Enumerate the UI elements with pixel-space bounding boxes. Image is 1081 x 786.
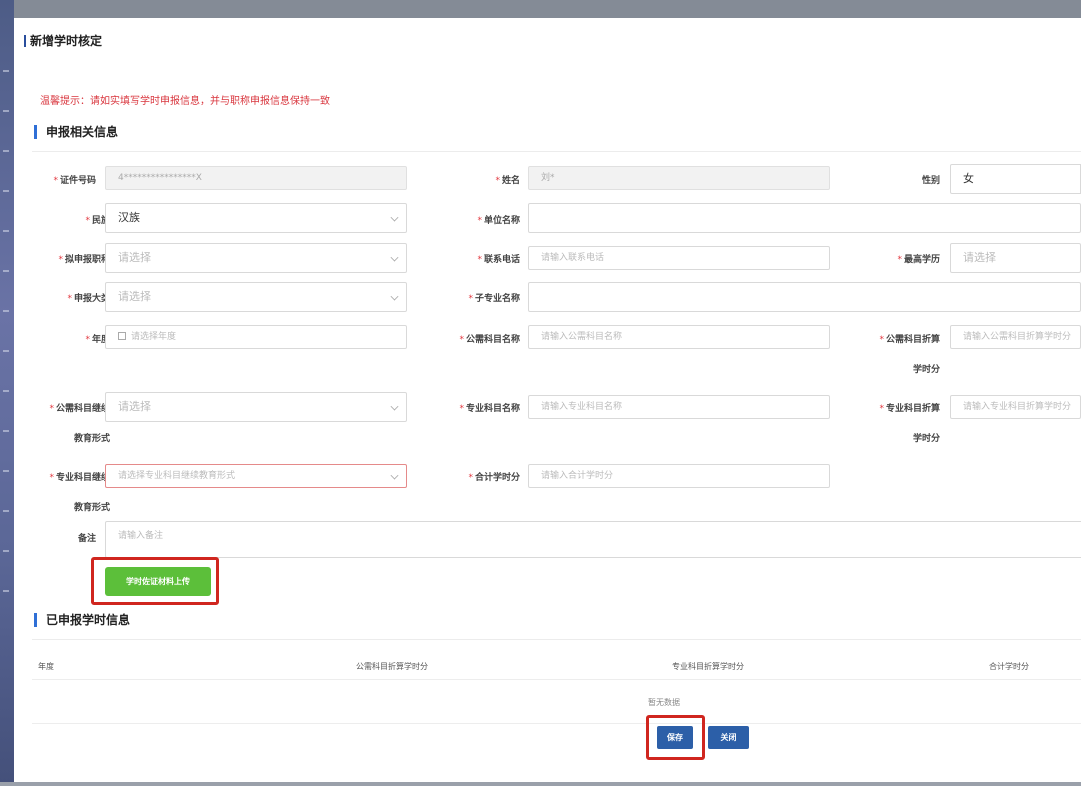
total-hours-label: * 合计学时分: [468, 473, 520, 483]
pro-hours-label-line2: 学时分: [912, 434, 940, 444]
table-header-border: [32, 679, 1081, 680]
ethnic-value: 汉族: [118, 211, 140, 224]
section-title-declared-hours: 已申报学时信息: [34, 613, 130, 627]
pro-hours-label: * 专业科目折算: [879, 404, 940, 414]
education-select[interactable]: 请选择: [950, 243, 1081, 273]
chevron-down-icon: [390, 213, 399, 222]
title-apply-placeholder: 请选择: [118, 251, 151, 264]
public-hours-label-line2: 学时分: [912, 365, 940, 375]
public-subject-label: * 公需科目名称: [459, 335, 520, 345]
pro-hours-field[interactable]: 请输入专业科目折算学时分: [950, 395, 1081, 419]
education-label: * 最高学历: [897, 255, 940, 265]
category-placeholder: 请选择: [118, 290, 151, 303]
divider: [32, 151, 1081, 152]
public-form-select[interactable]: 请选择: [105, 392, 407, 422]
category-select[interactable]: 请选择: [105, 282, 407, 312]
submajor-label: * 子专业名称: [468, 294, 520, 304]
pro-form-label-line2: 教育形式: [73, 503, 110, 513]
total-hours-field[interactable]: 请输入合计学时分: [528, 464, 830, 488]
category-label: * 申报大类: [67, 294, 110, 304]
tip-text: 温馨提示：请如实填写学时申报信息，并与职称申报信息保持一致: [40, 96, 330, 107]
submajor-field[interactable]: [528, 282, 1081, 312]
table-header-year: 年度: [38, 662, 54, 671]
public-hours-label: * 公需科目折算: [879, 335, 940, 345]
chevron-down-icon: [390, 292, 399, 301]
phone-field[interactable]: 请输入联系电话: [528, 246, 830, 270]
pro-form-label: * 专业科目继续: [49, 473, 110, 483]
table-header-total-hours: 合计学时分: [989, 662, 1029, 671]
background-header: [14, 0, 1081, 18]
dialog-title: 新增学时核定: [24, 35, 102, 47]
ethnic-label: * 民族: [85, 216, 110, 226]
public-form-placeholder: 请选择: [118, 400, 151, 413]
unit-label: * 单位名称: [477, 216, 520, 226]
public-form-label-line2: 教育形式: [73, 434, 110, 444]
phone-label: * 联系电话: [477, 255, 520, 265]
background-sidebar: [0, 0, 14, 786]
gender-label: 性别: [921, 176, 940, 186]
chevron-down-icon: [390, 253, 399, 262]
divider: [32, 639, 1081, 640]
remark-label: 备注: [77, 534, 96, 544]
title-apply-label: * 拟申报职称: [58, 255, 110, 265]
close-button[interactable]: 关闭: [708, 726, 749, 749]
remark-textarea[interactable]: 请输入备注: [105, 521, 1081, 558]
save-button[interactable]: 保存: [657, 726, 693, 749]
public-subject-field[interactable]: 请输入公需科目名称: [528, 325, 830, 349]
gender-field[interactable]: 女: [950, 164, 1081, 194]
name-field: 刘*: [528, 166, 830, 190]
section-title-apply-info: 申报相关信息: [34, 125, 118, 139]
pro-form-placeholder: 请选择专业科目继续教育形式: [118, 471, 236, 481]
name-label: * 姓名: [495, 176, 520, 186]
table-empty-text: 暂无数据: [648, 698, 680, 707]
year-picker[interactable]: 请选择年度: [105, 325, 407, 349]
upload-evidence-button[interactable]: 学时佐证材料上传: [105, 567, 211, 596]
pro-subject-field[interactable]: 请输入专业科目名称: [528, 395, 830, 419]
id-field: 4****************X: [105, 166, 407, 190]
title-apply-select[interactable]: 请选择: [105, 243, 407, 273]
year-label: * 年度: [85, 335, 110, 345]
pro-subject-label: * 专业科目名称: [459, 404, 520, 414]
pro-form-select[interactable]: 请选择专业科目继续教育形式: [105, 464, 407, 488]
ethnic-select[interactable]: 汉族: [105, 203, 407, 233]
chevron-down-icon: [390, 402, 399, 411]
unit-field[interactable]: [528, 203, 1081, 233]
table-header-public-hours: 公需科目折算学时分: [356, 662, 428, 671]
year-placeholder: 请选择年度: [131, 332, 177, 342]
table-bottom-border: [32, 723, 1081, 724]
background-footer: [0, 782, 1081, 786]
add-hours-dialog: 新增学时核定 温馨提示：请如实填写学时申报信息，并与职称申报信息保持一致 申报相…: [14, 18, 1081, 782]
id-label: * 证件号码: [53, 176, 96, 186]
public-hours-field[interactable]: 请输入公需科目折算学时分: [950, 325, 1081, 349]
table-header-pro-hours: 专业科目折算学时分: [672, 662, 744, 671]
public-form-label: * 公需科目继续: [49, 404, 110, 414]
chevron-down-icon: [390, 471, 399, 480]
calendar-icon: [118, 332, 126, 340]
